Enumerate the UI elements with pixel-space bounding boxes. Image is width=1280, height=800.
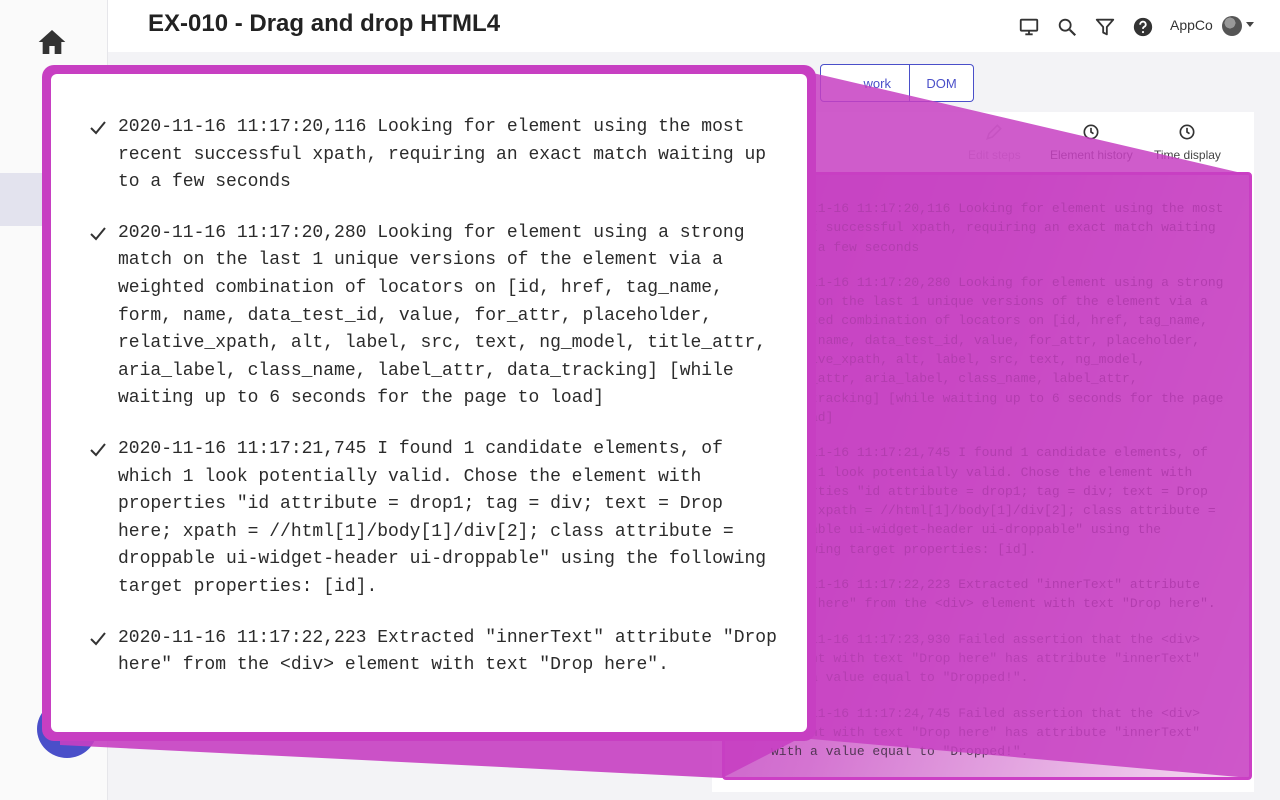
history-icon [1083,124,1099,140]
log-entry-text: 2020-11-16 11:17:21,745 I found 1 candid… [118,438,767,597]
time-display-label: Time display [1154,148,1221,162]
clock-icon [1179,124,1195,140]
log-entry: 2020-11-16 11:17:22,223 Extracted "inner… [89,625,779,680]
zoomed-log-content: 2020-11-16 11:17:20,116 Looking for elem… [51,74,807,732]
log-list: 2020-11-16 11:17:20,116 Looking for elem… [89,114,779,703]
account-name[interactable]: AppCo [1170,17,1213,33]
log-entry: 2020-11-16 11:17:20,280 Looking for elem… [89,220,779,413]
bg-log-entry: 2020-11-16 11:17:24,745 Failed assertion… [771,705,1201,760]
page-title: EX-010 - Drag and drop HTML4 [148,10,501,37]
search-icon[interactable] [1056,16,1078,38]
edit-steps-label: Edit steps [968,148,1021,162]
log-entry-text: 2020-11-16 11:17:22,223 Extracted "inner… [118,627,777,676]
avatar[interactable] [1222,16,1242,36]
top-bar: EX-010 - Drag and drop HTML4 AppCo [108,0,1280,52]
check-icon [90,227,106,241]
tab-dom[interactable]: DOM [910,64,974,102]
log-entry: 2020-11-16 11:17:21,745 I found 1 candid… [89,436,779,602]
log-entry: 2020-11-16 11:17:20,116 Looking for elem… [89,114,779,197]
home-icon[interactable] [36,26,68,58]
log-entry-text: 2020-11-16 11:17:20,116 Looking for elem… [118,117,767,193]
chevron-down-icon[interactable] [1246,22,1254,27]
bg-log-entry: 2020-11-16 11:17:23,930 Failed assertion… [771,631,1201,686]
help-icon[interactable] [1132,16,1154,38]
bg-log-entry: 2020-11-16 11:17:22,223 Extracted "inner… [771,577,1216,612]
check-icon [90,443,106,457]
log-entry-text: 2020-11-16 11:17:20,280 Looking for elem… [118,222,767,409]
background-log: 2020-11-16 11:17:20,116 Looking for elem… [771,199,1231,777]
bg-log-entry: 2020-11-16 11:17:20,280 Looking for elem… [771,274,1224,425]
filter-icon[interactable] [1094,16,1116,38]
bg-log-entry: 2020-11-16 11:17:20,116 Looking for elem… [771,201,1224,255]
view-tabs: work DOM [820,64,974,102]
edit-steps-button[interactable]: Edit steps [968,122,1021,162]
check-icon [90,121,106,135]
pencil-icon [986,124,1003,140]
monitor-icon[interactable] [1018,16,1040,38]
element-history-label: Element history [1050,148,1133,162]
time-display-button[interactable]: Time display [1154,122,1221,162]
element-history-button[interactable]: Element history [1050,122,1133,162]
bg-log-entry: 2020-11-16 11:17:21,745 I found 1 candid… [771,445,1216,557]
check-icon [90,631,106,645]
zoomed-log-card: 2020-11-16 11:17:20,116 Looking for elem… [42,65,816,741]
tab-network[interactable]: work [820,64,910,102]
